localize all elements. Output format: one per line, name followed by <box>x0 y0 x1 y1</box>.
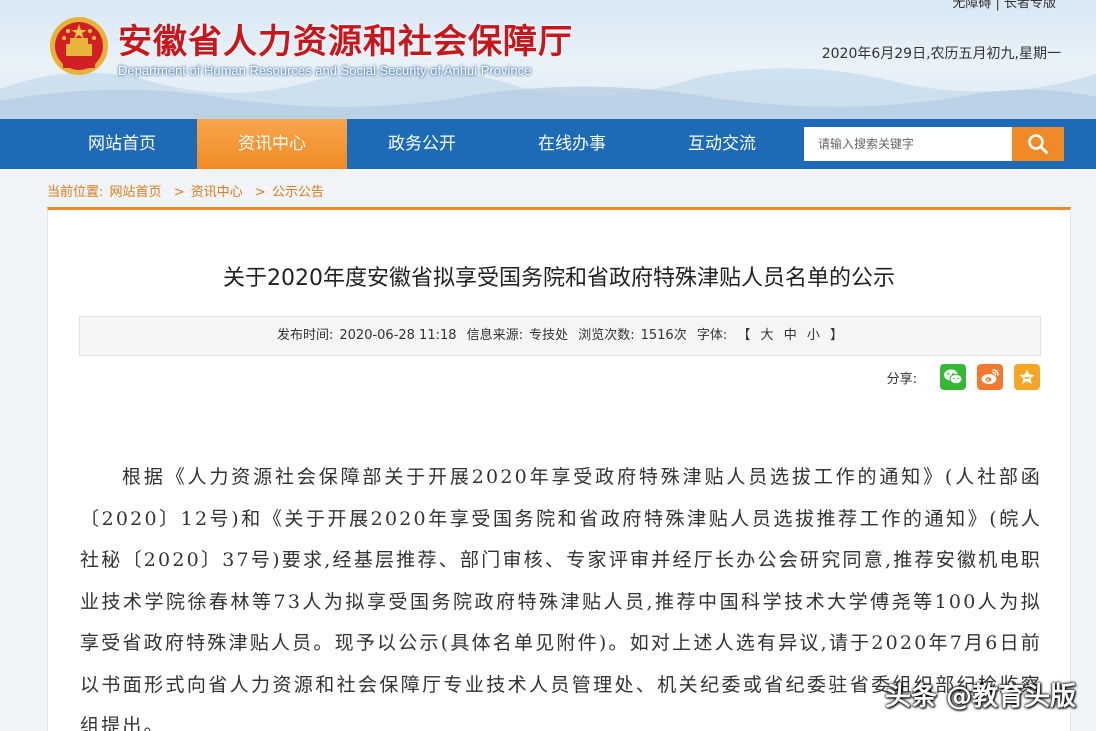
wechat-icon <box>944 369 963 385</box>
search-button[interactable] <box>1012 127 1064 161</box>
breadcrumb-separator: > <box>173 185 185 200</box>
share-favorite-button[interactable] <box>1014 364 1040 390</box>
nav-item-home[interactable]: 网站首页 <box>47 119 197 169</box>
star-icon <box>1019 369 1035 384</box>
breadcrumb-item-news[interactable]: 资讯中心 <box>191 185 243 200</box>
breadcrumb-item-home[interactable]: 网站首页 <box>110 185 162 200</box>
font-bracket-open: 【 <box>737 328 751 343</box>
views-count: 1516次 <box>640 328 687 343</box>
share-wechat-button[interactable] <box>940 364 966 390</box>
breadcrumb-separator: > <box>254 185 266 200</box>
nav-item-gov-affairs[interactable]: 政务公开 <box>347 119 497 169</box>
nav-item-news[interactable]: 资讯中心 <box>197 119 347 169</box>
font-bracket-close: 】 <box>830 328 844 343</box>
site-header: 无障碍 | 长者专版 安徽省人力资源和社会保障厅 Department of H… <box>0 0 1096 119</box>
nav-item-interaction[interactable]: 互动交流 <box>647 119 797 169</box>
breadcrumb: 当前位置: 网站首页 > 资讯中心 > 公示公告 <box>47 181 326 200</box>
article-meta: 发布时间: 2020-06-28 11:18 信息来源: 专技处 浏览次数: 1516… <box>79 316 1041 356</box>
main-nav: 网站首页 资讯中心 政务公开 在线办事 互动交流 <box>0 119 1096 169</box>
font-size-medium[interactable]: 中 <box>784 328 797 343</box>
search-icon <box>1028 134 1048 154</box>
font-size-small[interactable]: 小 <box>807 328 820 343</box>
nav-item-online-services[interactable]: 在线办事 <box>497 119 647 169</box>
site-subtitle: Department of Human Resources and Social… <box>118 63 532 78</box>
breadcrumb-item-notices[interactable]: 公示公告 <box>272 185 324 200</box>
share-bar: 分享: <box>887 363 1040 391</box>
publish-time: 2020-06-28 11:18 <box>339 328 457 343</box>
views-label: 浏览次数: <box>578 328 635 343</box>
national-emblem-icon <box>50 17 108 75</box>
search-input[interactable] <box>804 127 1012 161</box>
source-label: 信息来源: <box>466 328 524 343</box>
font-size-large[interactable]: 大 <box>761 328 774 343</box>
source: 专技处 <box>529 328 569 343</box>
weibo-icon <box>981 369 999 384</box>
article-title: 关于2020年度安徽省拟享受国务院和省政府特殊津贴人员名单的公示 <box>223 266 895 291</box>
top-links[interactable]: 无障碍 | 长者专版 <box>952 0 1056 11</box>
breadcrumb-prefix: 当前位置: <box>47 185 104 200</box>
site-title: 安徽省人力资源和社会保障厅 <box>118 22 573 62</box>
watermark: 头条 @教育头版 <box>884 682 1076 712</box>
share-weibo-button[interactable] <box>977 364 1003 390</box>
article-panel: 关于2020年度安徽省拟享受国务院和省政府特殊津贴人员名单的公示 发布时间: 20… <box>47 207 1071 731</box>
current-date: 2020年6月29日,农历五月初九,星期一 <box>821 46 1061 62</box>
font-size-label: 字体: <box>696 328 728 343</box>
share-label: 分享: <box>886 371 917 387</box>
publish-time-label: 发布时间: <box>276 328 334 343</box>
